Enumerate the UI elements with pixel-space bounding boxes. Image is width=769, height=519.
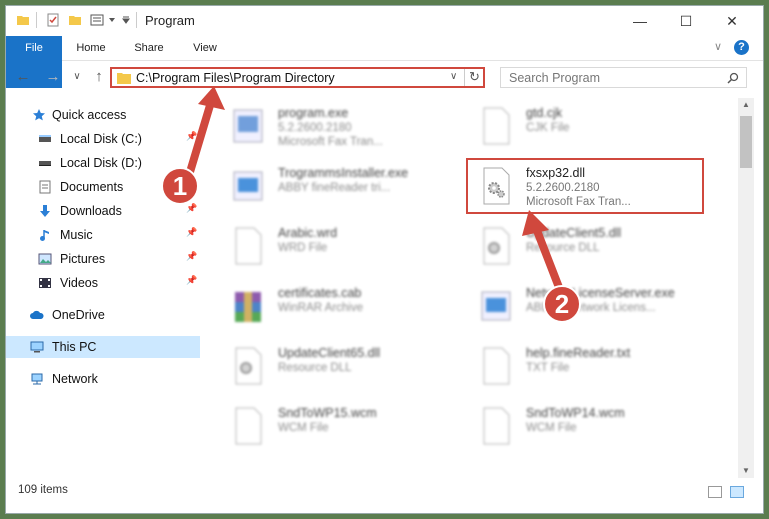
- arrow-2-shaft: [532, 224, 564, 294]
- arrow-2-head: [522, 210, 549, 236]
- step-badge-2: 2: [543, 285, 581, 323]
- arrow-1-head: [198, 86, 225, 110]
- arrow-1-shaft: [186, 98, 215, 176]
- step-badge-1: 1: [161, 167, 199, 205]
- annotation-arrows: [186, 86, 564, 294]
